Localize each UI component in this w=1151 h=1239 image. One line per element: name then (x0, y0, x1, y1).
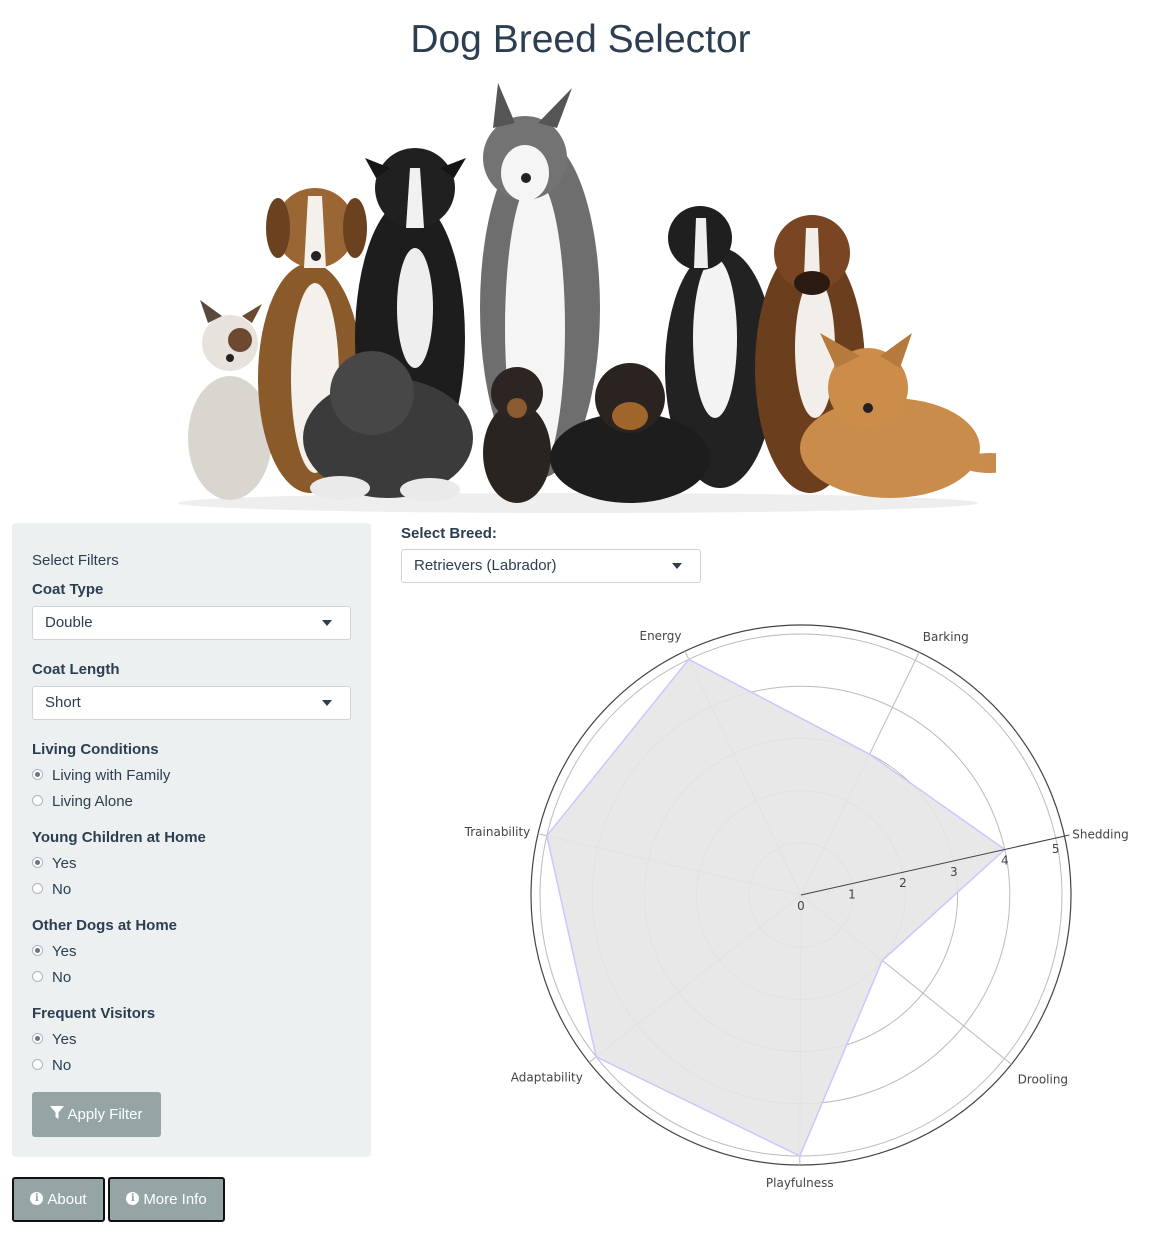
radio-icon (32, 1058, 43, 1070)
radio-young-children-yes[interactable]: Yes (32, 854, 76, 874)
apply-filter-label: Apply Filter (67, 1106, 143, 1123)
radar-axis-label: Playfulness (766, 1176, 834, 1190)
radio-label: No (52, 1057, 72, 1074)
radar-axis-label: Trainability (464, 825, 531, 839)
radio-icon (32, 970, 43, 982)
select-breed-label: Select Breed: (401, 525, 497, 542)
other-dogs-label: Other Dogs at Home (32, 917, 178, 934)
young-children-label: Young Children at Home (32, 829, 206, 846)
coat-type-value: Double (45, 614, 93, 631)
radar-tick-label: 5 (1052, 842, 1060, 856)
info-icon: i (126, 1191, 140, 1205)
radio-label: Living Alone (52, 793, 133, 810)
coat-length-label: Coat Length (32, 661, 120, 678)
radar-data-point (595, 1056, 597, 1058)
radio-selected-icon (32, 944, 43, 956)
radio-frequent-visitors-yes[interactable]: Yes (32, 1030, 76, 1050)
chevron-down-icon (672, 563, 682, 569)
radio-label: No (52, 881, 72, 898)
chevron-down-icon (322, 620, 332, 626)
radio-other-dogs-no[interactable]: No (32, 968, 71, 988)
radar-axis-label: Barking (923, 630, 969, 644)
frequent-visitors-label: Frequent Visitors (32, 1005, 156, 1022)
radar-tick-label: 1 (848, 888, 856, 902)
radar-data-point (546, 835, 548, 837)
breed-value: Retrievers (Labrador) (414, 557, 557, 574)
about-button[interactable]: i About (12, 1177, 105, 1222)
radar-axis-label: Shedding (1072, 827, 1128, 841)
radio-frequent-visitors-no[interactable]: No (32, 1056, 71, 1076)
radar-data-point (688, 658, 690, 660)
radar-data-point (869, 753, 871, 755)
radio-selected-icon (32, 856, 43, 868)
living-conditions-label: Living Conditions (32, 741, 159, 758)
coat-length-value: Short (45, 694, 81, 711)
radar-axis-label: Energy (639, 629, 681, 643)
radar-axis-label: Drooling (1018, 1072, 1068, 1086)
filter-panel: Select Filters Coat Type Double Coat Len… (12, 523, 371, 1157)
coat-length-select[interactable]: Short (32, 686, 351, 720)
about-label: About (47, 1191, 87, 1208)
radio-living-alone[interactable]: Living Alone (32, 792, 133, 812)
dogs-hero-image (178, 83, 996, 513)
more-info-label: More Info (143, 1191, 207, 1208)
radio-label: Yes (52, 943, 77, 960)
info-icon: i (30, 1191, 44, 1205)
radio-selected-icon (32, 1032, 43, 1044)
radar-tick-label: 4 (1001, 853, 1009, 867)
apply-filter-button[interactable]: Apply Filter (32, 1092, 161, 1137)
radio-label: Yes (52, 1031, 77, 1048)
radio-other-dogs-yes[interactable]: Yes (32, 942, 76, 962)
radar-data-point (881, 959, 883, 961)
chevron-down-icon (322, 700, 332, 706)
radar-tick-label: 2 (899, 876, 907, 890)
radio-young-children-no[interactable]: No (32, 880, 71, 900)
radio-icon (32, 882, 43, 894)
radar-tick-label: 0 (797, 899, 805, 913)
breed-radar-chart: 0 1 2 3 4 5 Shedding Drooling Playfulness Adaptab… (464, 624, 1129, 1190)
coat-type-label: Coat Type (32, 581, 104, 598)
radio-living-with-family[interactable]: Living with Family (32, 766, 170, 786)
radar-tick-label: 3 (950, 865, 958, 879)
radio-icon (32, 794, 43, 806)
breed-select[interactable]: Retrievers (Labrador) (401, 549, 701, 583)
radar-axis-label: Adaptability (511, 1070, 583, 1084)
filters-heading: Select Filters (32, 552, 119, 569)
radio-label: Living with Family (52, 767, 171, 784)
radar-data-point (799, 1155, 801, 1157)
radio-selected-icon (32, 768, 43, 780)
filter-icon (50, 1106, 65, 1120)
coat-type-select[interactable]: Double (32, 606, 351, 640)
page-title: Dog Breed Selector (410, 18, 751, 61)
radio-label: No (52, 969, 72, 986)
more-info-button[interactable]: i More Info (108, 1177, 225, 1222)
radio-label: Yes (52, 855, 77, 872)
